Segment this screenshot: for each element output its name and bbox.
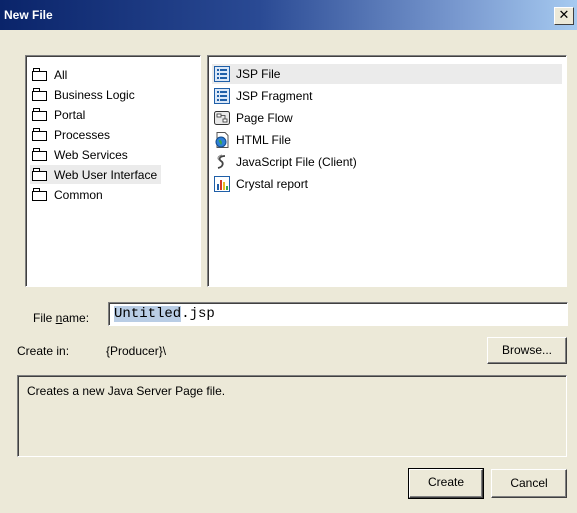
folder-icon	[32, 148, 48, 161]
template-item-jsp-file[interactable]: JSP File	[212, 64, 562, 84]
template-item-html-file[interactable]: HTML File	[212, 130, 297, 150]
close-icon: ✕	[558, 8, 570, 23]
dialog-title: New File	[4, 8, 53, 22]
template-label: JavaScript File (Client)	[236, 155, 357, 169]
folder-icon	[32, 188, 48, 201]
template-label: HTML File	[236, 133, 291, 147]
template-item-jsp-fragment[interactable]: JSP Fragment	[212, 86, 318, 106]
crystal-report-icon	[214, 176, 230, 192]
browse-button[interactable]: Browse...	[487, 337, 567, 364]
page-flow-icon	[214, 111, 230, 125]
html-file-icon	[215, 132, 229, 148]
template-label: JSP Fragment	[236, 89, 313, 103]
jsp-fragment-icon	[214, 88, 230, 104]
category-label: Web Services	[54, 147, 128, 162]
close-button[interactable]: ✕	[554, 7, 574, 25]
category-item-business-logic[interactable]: Business Logic	[30, 85, 139, 104]
category-label: Portal	[54, 107, 86, 122]
description-text: Creates a new Java Server Page file.	[27, 384, 226, 398]
category-label: All	[54, 67, 68, 82]
jsp-file-icon	[214, 66, 230, 82]
category-item-common[interactable]: Common	[30, 185, 107, 204]
category-item-web-user-interface[interactable]: Web User Interface	[30, 165, 162, 184]
description-box: Creates a new Java Server Page file.	[17, 375, 567, 457]
create-in-value: {Producer}\	[106, 344, 167, 358]
file-name-input[interactable]: Untitled.jsp	[108, 302, 568, 326]
folder-icon	[32, 108, 48, 121]
folder-icon	[32, 168, 48, 181]
category-label: Business Logic	[54, 87, 135, 102]
folder-icon	[32, 88, 48, 101]
template-list[interactable]: JSP File JSP Fragment Page Flow HTML Fil…	[207, 55, 567, 287]
category-label: Common	[54, 187, 103, 202]
category-item-processes[interactable]: Processes	[30, 125, 114, 144]
create-button[interactable]: Create	[408, 468, 484, 499]
title-bar[interactable]: New File ✕	[0, 0, 577, 30]
category-item-web-services[interactable]: Web Services	[30, 145, 132, 164]
category-list[interactable]: All Business Logic Portal Processes Web …	[25, 55, 201, 287]
category-label: Processes	[54, 127, 111, 142]
javascript-file-icon	[217, 154, 226, 169]
template-label: JSP File	[236, 67, 281, 81]
template-label: Page Flow	[236, 111, 293, 125]
template-item-page-flow[interactable]: Page Flow	[212, 108, 299, 128]
template-label: Crystal report	[236, 177, 309, 191]
file-name-selected-text: Untitled	[114, 306, 182, 322]
template-item-crystal-report[interactable]: Crystal report	[212, 174, 314, 194]
template-item-javascript-file-client[interactable]: JavaScript File (Client)	[212, 152, 363, 172]
new-file-dialog: New File ✕ All Business Logic Portal Pro…	[0, 0, 577, 513]
cancel-button[interactable]: Cancel	[491, 469, 567, 498]
file-name-label: File name:	[33, 311, 90, 325]
category-label: Web User Interface	[54, 167, 158, 182]
file-name-extension: .jsp	[181, 306, 215, 322]
folder-icon	[32, 128, 48, 141]
category-item-all[interactable]: All	[30, 65, 71, 84]
folder-icon	[32, 68, 48, 81]
category-item-portal[interactable]: Portal	[30, 105, 89, 124]
create-in-label: Create in:	[17, 344, 70, 358]
